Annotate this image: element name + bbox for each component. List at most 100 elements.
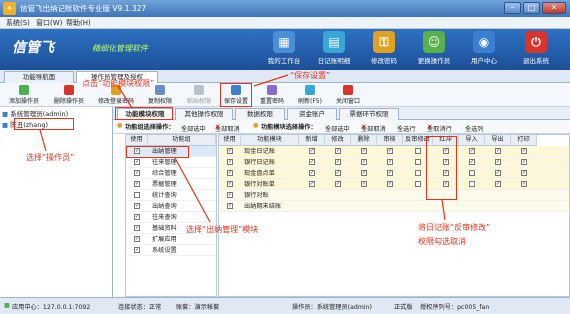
permission-checkbox[interactable]: ✓ bbox=[495, 181, 501, 187]
toolbar-user-center-button[interactable]: ◉ 用户中心 bbox=[462, 31, 506, 69]
permission-checkbox[interactable]: ✓ bbox=[387, 170, 393, 176]
permission-checkbox[interactable]: ✓ bbox=[309, 148, 315, 154]
tab-bill-permission[interactable]: 票据环节权限 bbox=[339, 108, 399, 120]
module-use-checkbox[interactable]: ✓ bbox=[227, 181, 233, 187]
module-use-checkbox[interactable]: ✓ bbox=[227, 203, 233, 209]
menu-window[interactable]: 窗口(W) bbox=[36, 18, 62, 28]
group-checkbox[interactable]: ✓ bbox=[134, 181, 140, 187]
permission-checkbox[interactable]: ✓ bbox=[521, 170, 527, 176]
permission-checkbox[interactable]: ✓ bbox=[495, 159, 501, 165]
module-use-checkbox[interactable]: ✓ bbox=[227, 148, 233, 154]
permission-checkbox[interactable]: ✓ bbox=[387, 148, 393, 154]
tab-fund-account[interactable]: 资金账户 bbox=[287, 108, 337, 120]
menu-system[interactable]: 系统(S) bbox=[6, 18, 30, 28]
toolbar-switch-user-button[interactable]: ☺ 更换操作员 bbox=[412, 31, 456, 69]
tab-navigation[interactable]: 功能导航面 bbox=[4, 71, 74, 83]
group-label: 系统设置 bbox=[152, 247, 177, 254]
group-checkbox[interactable]: ✓ bbox=[134, 247, 140, 253]
permission-checkbox[interactable] bbox=[415, 181, 421, 187]
permission-checkbox[interactable]: ✓ bbox=[361, 170, 367, 176]
table-row[interactable]: ✓ 往来管理 bbox=[126, 157, 216, 168]
col-header: 打印 bbox=[511, 135, 537, 146]
permission-tabs: 功能模块权限 其他操作权限 数据权限 资金账户 票据环节权限 bbox=[113, 107, 570, 120]
permission-checkbox[interactable]: ✓ bbox=[495, 148, 501, 154]
permission-checkbox[interactable]: ✓ bbox=[309, 170, 315, 176]
function-group-grid: 使用 功能组 ✓ 出纳管理 ✓ 往来管理 ✓ 综合管理 ✓ 票据管理 统计查询 ✓ 出纳查询 ✓ 往来查… bbox=[125, 134, 217, 297]
module-use-checkbox[interactable]: ✓ bbox=[227, 192, 233, 198]
module-label: 出纳期末结账 bbox=[244, 203, 282, 210]
permission-checkbox[interactable]: ✓ bbox=[335, 170, 341, 176]
module-use-checkbox[interactable]: ✓ bbox=[227, 159, 233, 165]
cashier-highlight bbox=[126, 146, 189, 158]
close-button[interactable]: ✕ bbox=[542, 2, 566, 14]
table-row[interactable]: ✓ 票据管理 bbox=[126, 179, 216, 190]
table-row[interactable]: ✓ 往来查询 bbox=[126, 212, 216, 223]
permission-checkbox[interactable]: ✓ bbox=[335, 181, 341, 187]
permission-checkbox[interactable]: ✓ bbox=[469, 148, 475, 154]
table-row[interactable]: ✓ 银行日记账 ✓ ✓ ✓ ✓ ✓ ✓ ✓ ✓ bbox=[219, 157, 569, 168]
permission-checkbox[interactable]: ✓ bbox=[495, 170, 501, 176]
module-tab-highlight bbox=[115, 107, 173, 120]
status-operator: 操作员：系统管理员(admin) bbox=[292, 304, 372, 311]
table-row[interactable]: ✓ 系统设置 bbox=[126, 245, 216, 256]
col-header: 使用 bbox=[219, 135, 241, 146]
table-row[interactable]: ✓ 扩展应用 bbox=[126, 234, 216, 245]
group-checkbox[interactable]: ✓ bbox=[134, 214, 140, 220]
col-header: 导出 bbox=[485, 135, 511, 146]
title-bar: ✦ 信管飞出纳记账软件专业版 V9.1.327 – □ ✕ bbox=[0, 0, 570, 17]
toolbar-password-button[interactable]: ⚿ 修改密码 bbox=[362, 31, 406, 69]
user-icon: ■ bbox=[2, 121, 11, 129]
permission-checkbox[interactable] bbox=[469, 170, 475, 176]
permission-checkbox[interactable]: ✓ bbox=[361, 159, 367, 165]
tab-data-permission[interactable]: 数据权限 bbox=[235, 108, 285, 120]
permission-checkbox[interactable] bbox=[415, 148, 421, 154]
tab-other-permission[interactable]: 其他操作权限 bbox=[175, 108, 233, 120]
operator-list: ■ 系统管理员(admin) ■ 陈丑(zhang) bbox=[0, 107, 113, 297]
status-book: 账套：演示帐套 bbox=[176, 304, 220, 311]
toolbar-ledger-button[interactable]: ▤ 日记账明细 bbox=[312, 31, 356, 69]
permission-checkbox[interactable]: ✓ bbox=[335, 148, 341, 154]
add-operator-button[interactable]: 添加操作员 bbox=[2, 84, 46, 106]
group-checkbox[interactable] bbox=[134, 192, 140, 198]
toolbar-desk-button[interactable]: ▦ 我的工作台 bbox=[262, 31, 306, 69]
menu-help[interactable]: 帮助(H) bbox=[66, 18, 91, 28]
maximize-button[interactable]: □ bbox=[523, 2, 540, 14]
paste-permission-button[interactable]: 粘贴权限 bbox=[180, 84, 218, 106]
app-icon: ✦ bbox=[3, 2, 16, 15]
toolbar-exit-button[interactable]: ⏻ 退出系统 bbox=[514, 31, 558, 69]
table-row[interactable]: ✓ 出纳期末结账 bbox=[219, 201, 569, 212]
permission-checkbox[interactable]: ✓ bbox=[335, 159, 341, 165]
group-checkbox[interactable]: ✓ bbox=[134, 203, 140, 209]
reset-password-button[interactable]: 重置密码 bbox=[254, 84, 290, 106]
permission-checkbox[interactable]: ✓ bbox=[469, 159, 475, 165]
table-row[interactable]: 统计查询 bbox=[126, 190, 216, 201]
table-row[interactable]: ✓ 现金盘点单 ✓ ✓ ✓ ✓ ✓ ✓ ✓ bbox=[219, 168, 569, 179]
permission-checkbox[interactable]: ✓ bbox=[521, 159, 527, 165]
group-checkbox[interactable]: ✓ bbox=[134, 225, 140, 231]
table-row[interactable]: ✓ 银行对账单 ✓ ✓ ✓ ✓ ✓ ✓ ✓ bbox=[219, 179, 569, 190]
permission-checkbox[interactable]: ✓ bbox=[309, 181, 315, 187]
permission-checkbox[interactable]: ✓ bbox=[361, 148, 367, 154]
permission-checkbox[interactable] bbox=[415, 170, 421, 176]
refresh-button[interactable]: 刷新(F5) bbox=[292, 84, 328, 106]
permission-checkbox[interactable]: ✓ bbox=[309, 159, 315, 165]
permission-checkbox[interactable]: ✓ bbox=[521, 148, 527, 154]
group-checkbox[interactable]: ✓ bbox=[134, 236, 140, 242]
status-edition: 正式版 bbox=[394, 304, 413, 311]
permission-checkbox[interactable]: ✓ bbox=[521, 181, 527, 187]
table-row[interactable]: ✓ 综合管理 bbox=[126, 168, 216, 179]
module-use-checkbox[interactable]: ✓ bbox=[227, 170, 233, 176]
table-row[interactable]: ✓ 现金日记账 ✓ ✓ ✓ ✓ ✓ ✓ ✓ ✓ bbox=[219, 146, 569, 157]
permission-checkbox[interactable] bbox=[469, 181, 475, 187]
permission-checkbox[interactable] bbox=[415, 159, 421, 165]
close-window-button[interactable]: 关闭窗口 bbox=[330, 84, 366, 106]
annotation-cashier: 选择“出纳管理”模块 bbox=[186, 225, 259, 234]
minimize-button[interactable]: – bbox=[504, 2, 521, 14]
group-checkbox[interactable]: ✓ bbox=[134, 170, 140, 176]
table-row[interactable]: ✓ 银行对账 bbox=[219, 190, 569, 201]
table-row[interactable]: ✓ 出纳查询 bbox=[126, 201, 216, 212]
permission-checkbox[interactable]: ✓ bbox=[361, 181, 367, 187]
group-checkbox[interactable]: ✓ bbox=[134, 159, 140, 165]
permission-checkbox[interactable]: ✓ bbox=[387, 181, 393, 187]
permission-checkbox[interactable]: ✓ bbox=[387, 159, 393, 165]
